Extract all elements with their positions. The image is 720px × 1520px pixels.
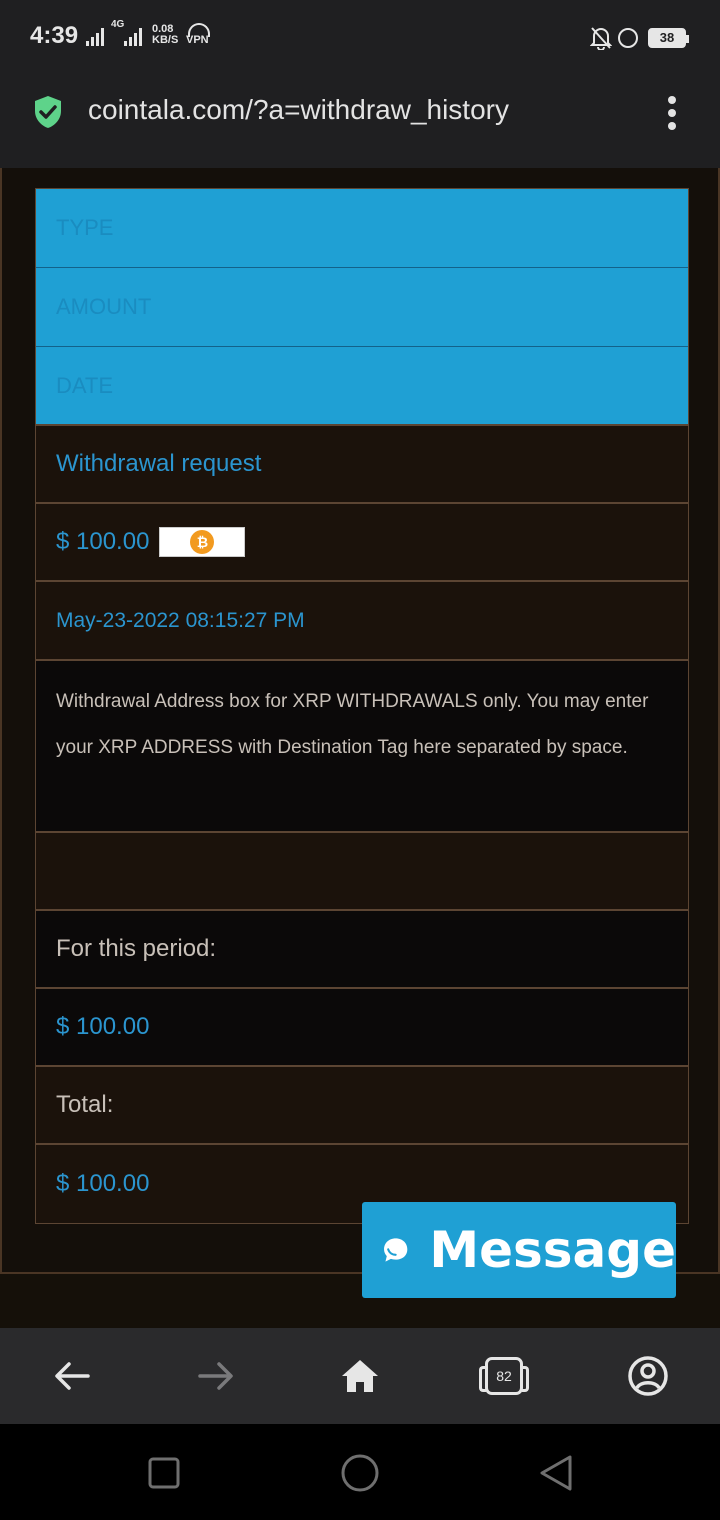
account-button[interactable] (624, 1352, 672, 1400)
table-header-amount: AMOUNT (36, 268, 688, 347)
home-circle-icon[interactable] (340, 1453, 380, 1493)
network-type-label: 4G (111, 19, 125, 30)
url-text[interactable]: cointala.com/?a=withdraw_history (88, 94, 509, 126)
message-button-label: Message (429, 1221, 676, 1279)
home-button[interactable] (336, 1352, 384, 1400)
bitcoin-icon: ₿ (190, 530, 215, 554)
xrp-withdrawal-note: Withdrawal Address box for XRP WITHDRAWA… (56, 691, 649, 758)
arrow-left-icon (55, 1362, 90, 1390)
header-label: DATE (56, 372, 114, 398)
table-row-period-amount: $ 100.00 (36, 989, 688, 1067)
header-label: TYPE (56, 215, 114, 240)
data-speed: 0.08 KB/S (152, 24, 178, 46)
tabs-button[interactable]: 82 (479, 1352, 529, 1400)
rotation-lock-icon (618, 28, 638, 48)
table-row-note: Withdrawal Address box for XRP WITHDRAWA… (36, 661, 688, 833)
table-row-amount: $ 100.00 ₿ (36, 504, 688, 582)
table-row-period-label: For this period: (36, 911, 688, 989)
signal-strength-2-icon (124, 26, 142, 46)
signal-strength-icon (86, 26, 104, 46)
entry-type: Withdrawal request (56, 450, 262, 477)
shield-check-icon[interactable] (32, 94, 64, 130)
chat-bubble-icon (384, 1238, 408, 1262)
table-header-type: TYPE (36, 189, 688, 268)
entry-date: May-23-2022 08:15:27 PM (56, 608, 305, 632)
bitcoin-badge: ₿ (159, 527, 246, 557)
account-circle-icon (628, 1356, 668, 1396)
status-bar: 4:39 4G 0.08 KB/S VPN 38 (0, 0, 720, 76)
content-frame: TYPE AMOUNT DATE Withdrawal request $ 10… (0, 168, 720, 1274)
table-row-date: May-23-2022 08:15:27 PM (36, 582, 688, 661)
browser-url-bar: cointala.com/?a=withdraw_history (0, 76, 720, 168)
web-page: TYPE AMOUNT DATE Withdrawal request $ 10… (0, 168, 720, 1328)
battery-icon: 38 (648, 28, 689, 48)
back-triangle-icon[interactable] (538, 1454, 574, 1492)
vpn-label: VPN (186, 34, 209, 46)
withdraw-history-table: TYPE AMOUNT DATE Withdrawal request $ 10… (35, 188, 689, 1224)
browser-bottom-nav: 82 (0, 1328, 720, 1424)
bell-off-icon (590, 27, 612, 50)
total-label: Total: (56, 1091, 114, 1118)
arrow-right-icon (198, 1362, 233, 1390)
table-row-empty (36, 833, 688, 911)
system-nav-bar (0, 1424, 720, 1520)
period-label: For this period: (56, 935, 217, 962)
period-amount: $ 100.00 (56, 1013, 150, 1040)
forward-button[interactable] (192, 1352, 240, 1400)
back-button[interactable] (48, 1352, 96, 1400)
header-label: AMOUNT (56, 294, 152, 319)
status-time: 4:39 (30, 22, 79, 49)
entry-amount: $ 100.00 (56, 528, 150, 555)
more-options-icon[interactable] (664, 96, 680, 130)
chat-message-button[interactable]: Message (362, 1202, 676, 1298)
table-row-total-label: Total: (36, 1067, 688, 1145)
recents-square-icon[interactable] (148, 1457, 180, 1489)
data-speed-unit: KB/S (152, 34, 179, 46)
table-row-type: Withdrawal request (36, 426, 688, 504)
table-header-date: DATE (36, 347, 688, 426)
total-amount: $ 100.00 (56, 1170, 150, 1197)
tab-count-icon: 82 (479, 1357, 529, 1395)
home-icon (342, 1360, 378, 1392)
